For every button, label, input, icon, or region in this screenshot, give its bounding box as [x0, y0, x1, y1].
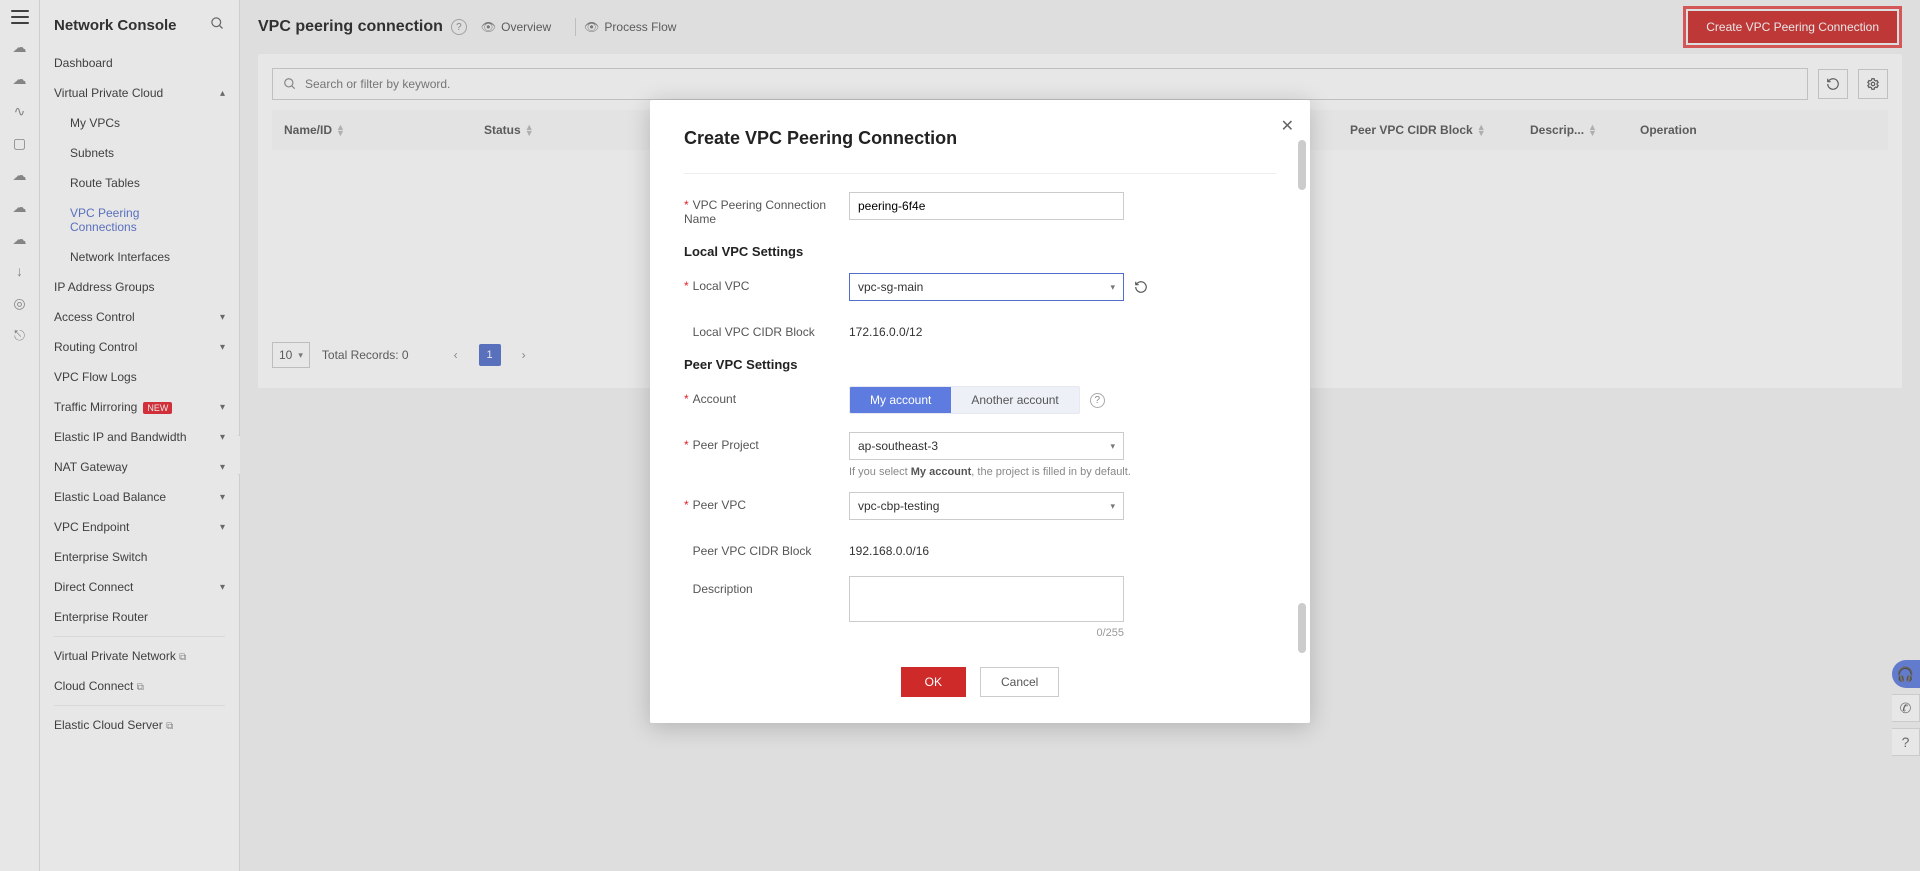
description-textarea[interactable]: [849, 576, 1124, 622]
peer-vpc-select[interactable]: vpc-cbp-testing▾: [849, 492, 1124, 520]
modal-scrollbar[interactable]: [1298, 140, 1306, 653]
label-peer-cidr: Peer VPC CIDR Block: [693, 544, 812, 558]
peer-project-select[interactable]: ap-southeast-3▾: [849, 432, 1124, 460]
label-local-cidr: Local VPC CIDR Block: [693, 325, 815, 339]
close-icon[interactable]: ✕: [1281, 116, 1294, 136]
label-peering-name: VPC Peering Connection Name: [684, 198, 826, 226]
refresh-local-vpc-button[interactable]: [1134, 280, 1148, 294]
local-cidr-value: 172.16.0.0/12: [849, 319, 1276, 339]
peer-project-hint: If you select My account, the project is…: [849, 466, 1276, 478]
section-peer-vpc: Peer VPC Settings: [684, 357, 1276, 372]
label-peer-project: Peer Project: [693, 438, 759, 452]
account-my-option[interactable]: My account: [850, 387, 951, 413]
scroll-thumb-top[interactable]: [1298, 140, 1306, 190]
label-local-vpc: Local VPC: [693, 279, 750, 293]
peer-cidr-value: 192.168.0.0/16: [849, 538, 1276, 558]
peering-name-input[interactable]: [849, 192, 1124, 220]
refresh-icon: [1134, 280, 1148, 294]
description-char-count: 0/255: [849, 627, 1124, 639]
account-segmented: My account Another account: [849, 386, 1080, 414]
account-other-option[interactable]: Another account: [951, 387, 1078, 413]
label-peer-vpc: Peer VPC: [693, 498, 746, 512]
account-help-icon[interactable]: ?: [1090, 393, 1105, 408]
label-account: Account: [693, 392, 736, 406]
modal-title: Create VPC Peering Connection: [684, 128, 1276, 149]
chevron-down-icon: ▾: [1110, 501, 1115, 512]
create-peering-modal: ✕ Create VPC Peering Connection *VPC Pee…: [650, 100, 1310, 723]
section-local-vpc: Local VPC Settings: [684, 244, 1276, 259]
ok-button[interactable]: OK: [901, 667, 966, 697]
cancel-button[interactable]: Cancel: [980, 667, 1059, 697]
label-description: Description: [693, 582, 753, 596]
scroll-thumb-bottom[interactable]: [1298, 603, 1306, 653]
chevron-down-icon: ▾: [1110, 441, 1115, 452]
chevron-down-icon: ▾: [1110, 282, 1115, 293]
local-vpc-select[interactable]: vpc-sg-main▾: [849, 273, 1124, 301]
